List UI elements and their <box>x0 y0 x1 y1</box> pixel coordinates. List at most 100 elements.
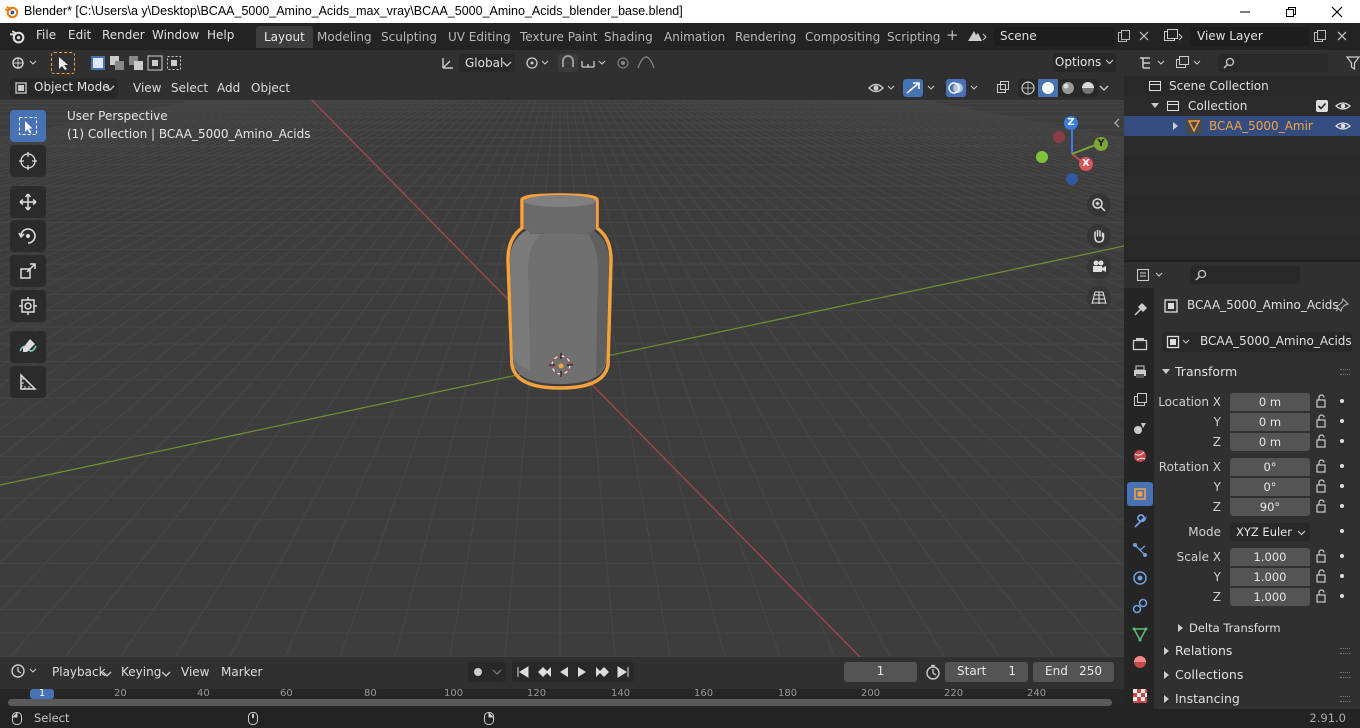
cursor-tool[interactable] <box>10 145 46 177</box>
lock-icon[interactable] <box>1314 569 1328 583</box>
eye-icon[interactable] <box>1335 120 1351 132</box>
minimize-button[interactable] <box>1222 0 1268 23</box>
copy-scene-icon[interactable] <box>1117 29 1131 43</box>
tab-material[interactable] <box>1130 652 1150 672</box>
tab-modeling[interactable]: Modeling <box>309 26 380 48</box>
keyframe-dot[interactable] <box>1340 554 1344 558</box>
tab-physics[interactable] <box>1130 568 1150 588</box>
object-datablock-field[interactable]: BCAA_5000_Amino_Acids <box>1162 332 1352 352</box>
select-box-tool-button[interactable] <box>51 52 75 74</box>
material-shading-button[interactable] <box>1058 79 1078 97</box>
jump-to-end-button[interactable] <box>612 662 632 682</box>
keyframe-dot[interactable] <box>1340 574 1344 578</box>
zoom-button[interactable] <box>1087 193 1111 217</box>
tab-shading[interactable]: Shading <box>596 26 661 48</box>
pin-icon[interactable] <box>1335 298 1349 312</box>
camera-view-button[interactable] <box>1087 255 1111 279</box>
rotation-z-field[interactable]: 90° <box>1230 498 1310 516</box>
tab-object[interactable] <box>1127 482 1153 506</box>
keyframe-dot[interactable] <box>1340 484 1344 488</box>
viewport-menu-view[interactable]: View <box>133 81 161 95</box>
gizmo-toggle-icon[interactable] <box>903 79 943 97</box>
lock-icon[interactable] <box>1314 549 1328 563</box>
sidebar-toggle[interactable] <box>1112 117 1124 129</box>
rotate-tool[interactable] <box>10 220 46 252</box>
tab-output[interactable] <box>1130 362 1150 382</box>
rendered-shading-button[interactable] <box>1078 79 1098 97</box>
lock-icon[interactable] <box>1314 434 1328 448</box>
outliner-row-collection[interactable]: Collection <box>1124 96 1360 116</box>
move-tool[interactable] <box>10 186 46 218</box>
menu-window[interactable]: Window <box>152 28 199 42</box>
wireframe-shading-button[interactable] <box>1018 79 1038 97</box>
select-mode-extend-icon[interactable] <box>109 55 125 71</box>
visibility-icon[interactable] <box>868 80 898 96</box>
panel-relations[interactable]: Relations <box>1158 640 1356 662</box>
view-layer-icon[interactable] <box>1162 28 1184 44</box>
tab-rendering[interactable]: Rendering <box>727 26 804 48</box>
tab-scene[interactable] <box>1130 418 1150 438</box>
xray-toggle-icon[interactable] <box>995 80 1011 96</box>
outliner-row-scene-collection[interactable]: Scene Collection <box>1124 76 1360 96</box>
tab-scripting[interactable]: Scripting <box>879 26 948 48</box>
viewport-menu-add[interactable]: Add <box>217 81 240 95</box>
gizmo-y-axis[interactable]: Y <box>1094 137 1108 151</box>
viewport-menu-object[interactable]: Object <box>251 81 290 95</box>
play-button[interactable] <box>572 662 592 682</box>
keyframe-dot[interactable] <box>1340 529 1344 533</box>
proportional-edit-icon[interactable] <box>614 55 632 71</box>
lock-icon[interactable] <box>1314 414 1328 428</box>
timeline-menu-view[interactable]: View <box>181 665 209 679</box>
lock-icon[interactable] <box>1314 394 1328 408</box>
select-box-tool[interactable] <box>10 110 46 142</box>
maximize-button[interactable] <box>1268 0 1314 23</box>
properties-editor-type-icon[interactable] <box>1136 267 1166 283</box>
jump-to-start-button[interactable] <box>512 662 532 682</box>
timeline-ruler[interactable]: 1 20 40 60 80 100 120 140 160 180 200 22… <box>0 688 1124 709</box>
viewport-menu-select[interactable]: Select <box>171 81 208 95</box>
play-reverse-button[interactable] <box>552 662 572 682</box>
tab-render[interactable] <box>1130 334 1150 354</box>
rotation-x-field[interactable]: 0° <box>1230 458 1310 476</box>
tab-particles[interactable] <box>1130 540 1150 560</box>
tab-world[interactable] <box>1130 446 1150 466</box>
rotation-mode-dropdown[interactable]: XYZ Euler <box>1230 523 1310 541</box>
auto-keying-icon[interactable] <box>468 662 508 682</box>
jump-to-keyframe-next-button[interactable] <box>592 662 612 682</box>
panel-grip-icon[interactable] <box>1340 672 1350 678</box>
panel-transform[interactable]: Transform <box>1158 361 1356 383</box>
falloff-icon[interactable] <box>636 55 660 71</box>
timeline-menu-playback[interactable]: Playback <box>52 665 106 679</box>
shading-options-icon[interactable] <box>1099 83 1109 93</box>
panel-instancing[interactable]: Instancing <box>1158 688 1356 708</box>
tab-texture[interactable] <box>1130 686 1150 706</box>
filter-icon[interactable] <box>1346 55 1360 71</box>
pivot-point-icon[interactable] <box>524 55 550 71</box>
select-mode-subtract-icon[interactable] <box>128 55 144 71</box>
panel-grip-icon[interactable] <box>1340 696 1350 702</box>
bottle-mesh[interactable] <box>0 100 1124 657</box>
outliner-row-object[interactable]: BCAA_5000_Amino_ <box>1124 116 1360 136</box>
3d-viewport[interactable]: User Perspective (1) Collection | BCAA_5… <box>0 100 1124 657</box>
tab-uv-editing[interactable]: UV Editing <box>440 26 519 48</box>
pan-button[interactable] <box>1087 224 1111 248</box>
playhead[interactable]: 1 <box>30 689 54 699</box>
measure-tool[interactable] <box>10 366 46 398</box>
keyframe-dot[interactable] <box>1340 464 1344 468</box>
transform-tool[interactable] <box>10 290 46 322</box>
tab-compositing[interactable]: Compositing <box>797 26 888 48</box>
remove-scene-icon[interactable] <box>1138 30 1150 42</box>
solid-shading-button[interactable] <box>1038 79 1058 97</box>
remove-view-layer-icon[interactable] <box>1336 30 1348 42</box>
tab-animation[interactable]: Animation <box>656 26 733 48</box>
preview-range-icon[interactable] <box>925 664 941 680</box>
outliner-search-input[interactable] <box>1218 54 1328 72</box>
timeline-menu-keying[interactable]: Keying <box>121 665 161 679</box>
keyframe-dot[interactable] <box>1340 504 1344 508</box>
panel-grip-icon[interactable] <box>1340 369 1350 375</box>
tab-sculpting[interactable]: Sculpting <box>373 26 445 48</box>
annotate-tool[interactable] <box>10 331 46 363</box>
keyframe-dot[interactable] <box>1340 399 1344 403</box>
gizmo-z-axis[interactable]: Z <box>1064 116 1078 130</box>
scene-name-field[interactable]: Scene <box>994 27 1114 46</box>
